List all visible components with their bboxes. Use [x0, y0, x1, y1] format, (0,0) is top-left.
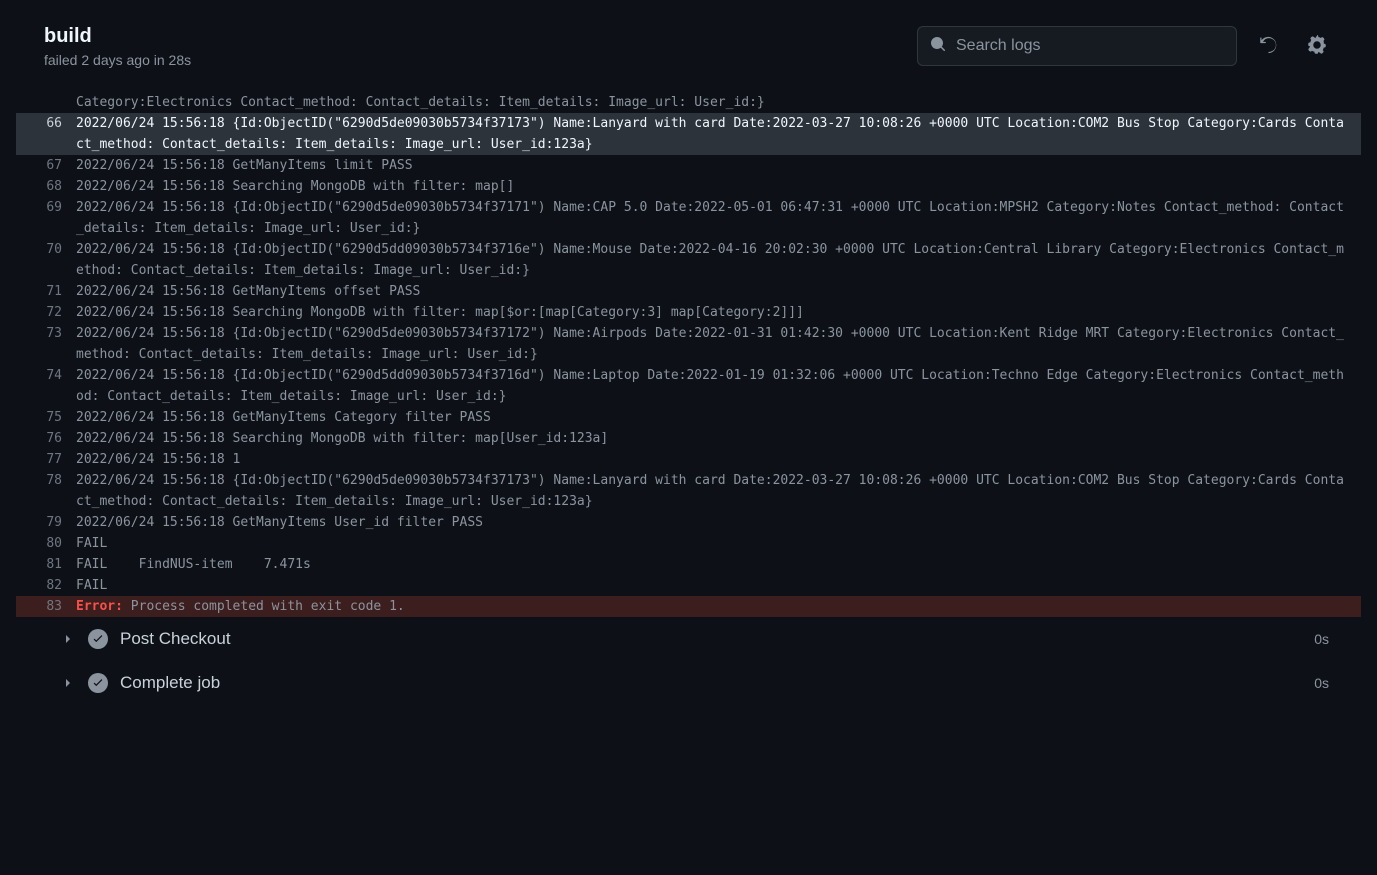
- line-number: 77: [16, 449, 76, 470]
- step-name: Post Checkout: [120, 629, 1302, 649]
- line-number: 78: [16, 470, 76, 491]
- log-line[interactable]: 752022/06/24 15:56:18 GetManyItems Categ…: [16, 407, 1361, 428]
- log-text: 2022/06/24 15:56:18 Searching MongoDB wi…: [76, 428, 1361, 449]
- log-text: 2022/06/24 15:56:18 {Id:ObjectID("6290d5…: [76, 113, 1361, 155]
- log-line[interactable]: Category:Electronics Contact_method: Con…: [16, 92, 1361, 113]
- log-text: FAIL FindNUS-item 7.471s: [76, 554, 1361, 575]
- line-number: 68: [16, 176, 76, 197]
- line-number: 67: [16, 155, 76, 176]
- log-line[interactable]: 732022/06/24 15:56:18 {Id:ObjectID("6290…: [16, 323, 1361, 365]
- log-line[interactable]: 692022/06/24 15:56:18 {Id:ObjectID("6290…: [16, 197, 1361, 239]
- log-text: 2022/06/24 15:56:18 {Id:ObjectID("6290d5…: [76, 470, 1361, 512]
- chevron-right-icon: [60, 675, 76, 691]
- log-line[interactable]: 762022/06/24 15:56:18 Searching MongoDB …: [16, 428, 1361, 449]
- line-number: 83: [16, 596, 76, 617]
- log-line[interactable]: 80FAIL: [16, 533, 1361, 554]
- line-number: 69: [16, 197, 76, 218]
- log-text: FAIL: [76, 533, 1361, 554]
- log-line[interactable]: 742022/06/24 15:56:18 {Id:ObjectID("6290…: [16, 365, 1361, 407]
- log-text: 2022/06/24 15:56:18 GetManyItems offset …: [76, 281, 1361, 302]
- header-right: [917, 26, 1333, 66]
- log-line[interactable]: 772022/06/24 15:56:18 1: [16, 449, 1361, 470]
- log-text: 2022/06/24 15:56:18 {Id:ObjectID("6290d5…: [76, 323, 1361, 365]
- log-line[interactable]: 81FAIL FindNUS-item 7.471s: [16, 554, 1361, 575]
- check-circle-icon: [88, 673, 108, 693]
- log-line[interactable]: 682022/06/24 15:56:18 Searching MongoDB …: [16, 176, 1361, 197]
- step-row[interactable]: Complete job 0s: [16, 661, 1361, 705]
- log-text: Category:Electronics Contact_method: Con…: [76, 92, 1361, 113]
- log-text: 2022/06/24 15:56:18 GetManyItems limit P…: [76, 155, 1361, 176]
- step-row[interactable]: Post Checkout 0s: [16, 617, 1361, 661]
- line-number: 70: [16, 239, 76, 260]
- refresh-icon: [1259, 35, 1279, 58]
- log-text: 2022/06/24 15:56:18 {Id:ObjectID("6290d5…: [76, 239, 1361, 281]
- log-line[interactable]: 722022/06/24 15:56:18 Searching MongoDB …: [16, 302, 1361, 323]
- line-number: 76: [16, 428, 76, 449]
- line-number: 71: [16, 281, 76, 302]
- line-number: 72: [16, 302, 76, 323]
- log-text: 2022/06/24 15:56:18 GetManyItems User_id…: [76, 512, 1361, 533]
- steps-container: Post Checkout 0s Complete job 0s: [16, 617, 1361, 705]
- log-text: 2022/06/24 15:56:18 Searching MongoDB wi…: [76, 302, 1361, 323]
- log-line[interactable]: 672022/06/24 15:56:18 GetManyItems limit…: [16, 155, 1361, 176]
- line-number: 66: [16, 113, 76, 134]
- settings-button[interactable]: [1301, 29, 1333, 64]
- job-header: build failed 2 days ago in 28s: [0, 0, 1377, 92]
- log-panel: Category:Electronics Contact_method: Con…: [16, 92, 1361, 705]
- log-text: 2022/06/24 15:56:18 {Id:ObjectID("6290d5…: [76, 197, 1361, 239]
- log-text: Error: Process completed with exit code …: [76, 596, 1361, 617]
- search-box[interactable]: [917, 26, 1237, 66]
- check-circle-icon: [88, 629, 108, 649]
- chevron-right-icon: [60, 631, 76, 647]
- log-line[interactable]: 83Error: Process completed with exit cod…: [16, 596, 1361, 617]
- line-number: 82: [16, 575, 76, 596]
- log-line[interactable]: 662022/06/24 15:56:18 {Id:ObjectID("6290…: [16, 113, 1361, 155]
- log-line[interactable]: 782022/06/24 15:56:18 {Id:ObjectID("6290…: [16, 470, 1361, 512]
- log-text: 2022/06/24 15:56:18 1: [76, 449, 1361, 470]
- job-title: build: [44, 25, 191, 48]
- header-left: build failed 2 days ago in 28s: [44, 25, 191, 68]
- log-text: 2022/06/24 15:56:18 GetManyItems Categor…: [76, 407, 1361, 428]
- refresh-button[interactable]: [1253, 29, 1285, 64]
- error-prefix: Error:: [76, 599, 123, 614]
- gear-icon: [1307, 35, 1327, 58]
- log-line[interactable]: 792022/06/24 15:56:18 GetManyItems User_…: [16, 512, 1361, 533]
- job-subtitle: failed 2 days ago in 28s: [44, 52, 191, 68]
- step-time: 0s: [1314, 675, 1341, 691]
- log-lines[interactable]: Category:Electronics Contact_method: Con…: [16, 92, 1361, 617]
- line-number: 81: [16, 554, 76, 575]
- log-line[interactable]: 712022/06/24 15:56:18 GetManyItems offse…: [16, 281, 1361, 302]
- search-icon: [930, 36, 946, 57]
- line-number: 73: [16, 323, 76, 344]
- log-text: 2022/06/24 15:56:18 {Id:ObjectID("6290d5…: [76, 365, 1361, 407]
- step-name: Complete job: [120, 673, 1302, 693]
- line-number: 80: [16, 533, 76, 554]
- search-input[interactable]: [956, 37, 1224, 55]
- line-number: 79: [16, 512, 76, 533]
- log-text: FAIL: [76, 575, 1361, 596]
- line-number: 74: [16, 365, 76, 386]
- line-number: 75: [16, 407, 76, 428]
- log-line[interactable]: 702022/06/24 15:56:18 {Id:ObjectID("6290…: [16, 239, 1361, 281]
- step-time: 0s: [1314, 631, 1341, 647]
- log-text: 2022/06/24 15:56:18 Searching MongoDB wi…: [76, 176, 1361, 197]
- log-line[interactable]: 82FAIL: [16, 575, 1361, 596]
